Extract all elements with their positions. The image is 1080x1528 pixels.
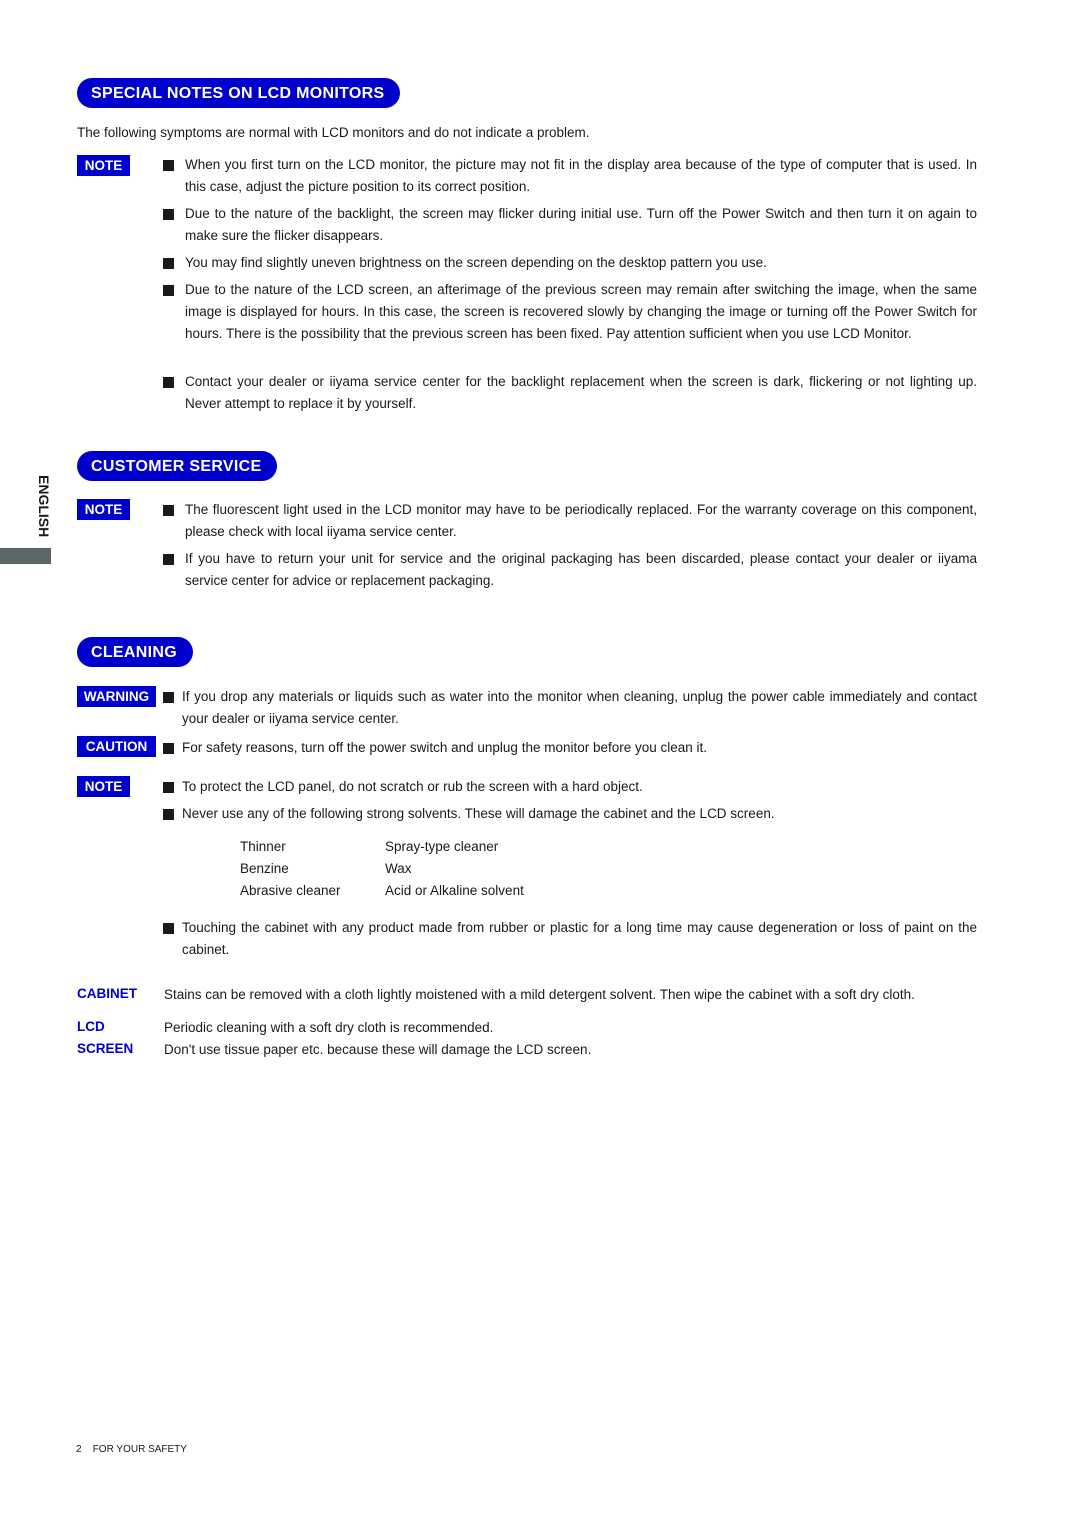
bullet-icon — [163, 809, 174, 820]
list-item: You may find slightly uneven brightness … — [185, 255, 767, 270]
caution-item: For safety reasons, turn off the power s… — [182, 740, 708, 755]
bullet-icon — [163, 782, 174, 793]
list-item: The fluorescent light used in the LCD mo… — [185, 502, 977, 539]
caution-label: CAUTION — [77, 736, 156, 757]
list-item: Never use any of the following strong so… — [182, 806, 775, 821]
list-item: To protect the LCD panel, do not scratch… — [182, 779, 643, 794]
solvent-name: Thinner — [240, 839, 286, 854]
bullet-icon — [163, 258, 174, 269]
language-tab-label: ENGLISH — [36, 475, 52, 538]
bullet-icon — [163, 923, 174, 934]
bullet-icon — [163, 209, 174, 220]
screen-label: SCREEN — [77, 1041, 134, 1056]
section-heading-special-notes: SPECIAL NOTES ON LCD MONITORS — [77, 78, 401, 108]
lcd-label: LCD — [77, 1019, 105, 1034]
special-notes-intro: The following symptoms are normal with L… — [77, 125, 590, 140]
section-heading-customer-service: CUSTOMER SERVICE — [77, 451, 278, 481]
cabinet-text: Stains can be removed with a cloth light… — [164, 987, 915, 1002]
note-label: NOTE — [77, 776, 130, 797]
list-item: Due to the nature of the backlight, the … — [185, 206, 977, 243]
bullet-icon — [163, 505, 174, 516]
footer-section-title: FOR YOUR SAFETY — [92, 1444, 187, 1455]
solvent-name: Spray-type cleaner — [385, 839, 499, 854]
page-number: 2 — [76, 1444, 82, 1455]
language-tab-bar — [0, 548, 51, 564]
note-label: NOTE — [77, 499, 130, 520]
bullet-icon — [163, 743, 174, 754]
solvent-name: Abrasive cleaner — [240, 883, 341, 898]
solvent-name: Benzine — [240, 861, 289, 876]
solvent-name: Acid or Alkaline solvent — [385, 883, 524, 898]
screen-text: Don't use tissue paper etc. because thes… — [164, 1042, 592, 1057]
list-item: If you have to return your unit for serv… — [185, 551, 977, 588]
bullet-icon — [163, 554, 174, 565]
list-item: When you first turn on the LCD monitor, … — [185, 157, 977, 194]
warning-label: WARNING — [77, 686, 156, 707]
bullet-icon — [163, 160, 174, 171]
cabinet-label: CABINET — [77, 986, 137, 1001]
lcd-text: Periodic cleaning with a soft dry cloth … — [164, 1020, 494, 1035]
section-heading-cleaning: CLEANING — [77, 637, 193, 667]
list-item: Touching the cabinet with any product ma… — [182, 920, 977, 957]
page-footer: 2 FOR YOUR SAFETY — [76, 1444, 187, 1455]
bullet-icon — [163, 285, 174, 296]
note-label: NOTE — [77, 155, 130, 176]
bullet-icon — [163, 692, 174, 703]
bullet-icon — [163, 377, 174, 388]
warning-item: If you drop any materials or liquids suc… — [182, 689, 977, 726]
solvent-name: Wax — [385, 861, 412, 876]
list-item: Due to the nature of the LCD screen, an … — [185, 282, 977, 341]
list-item: Contact your dealer or iiyama service ce… — [185, 374, 977, 411]
